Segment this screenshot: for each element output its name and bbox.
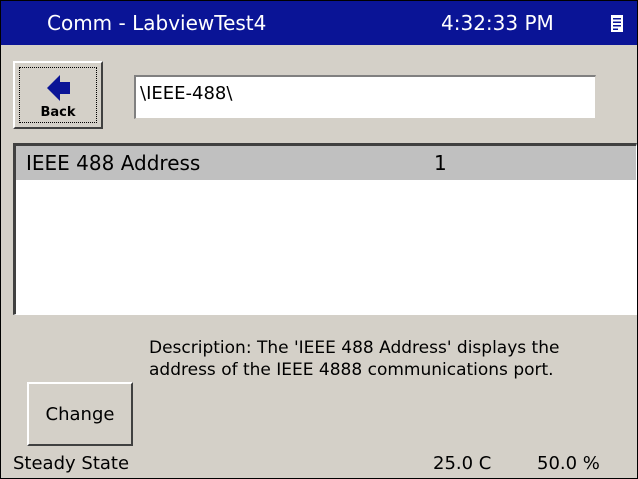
window-title: Comm - LabviewTest4 xyxy=(47,11,267,35)
back-button-label: Back xyxy=(40,105,76,120)
clock: 4:32:33 PM xyxy=(441,11,554,35)
list-item-value: 1 xyxy=(434,151,447,175)
list-item[interactable]: IEEE 488 Address 1 xyxy=(16,146,636,180)
description-line-1: Description: The 'IEEE 488 Address' disp… xyxy=(149,338,560,358)
app-window: Comm - LabviewTest4 4:32:33 PM Back \IEE… xyxy=(0,0,638,479)
back-button[interactable]: Back xyxy=(13,61,103,129)
left-arrow-icon xyxy=(47,75,70,101)
status-humidity: 50.0 % xyxy=(537,453,600,474)
title-bar: Comm - LabviewTest4 4:32:33 PM xyxy=(1,1,637,45)
description-line-2: address of the IEEE 4888 communications … xyxy=(149,360,554,380)
description-text: Description: The 'IEEE 488 Address' disp… xyxy=(149,337,629,381)
status-temperature: 25.0 C xyxy=(433,453,492,474)
change-button[interactable]: Change xyxy=(27,382,133,446)
status-state: Steady State xyxy=(13,453,130,474)
list-item-name: IEEE 488 Address xyxy=(26,151,201,175)
settings-list[interactable]: IEEE 488 Address 1 xyxy=(13,143,637,315)
path-field[interactable]: \IEEE-488\ xyxy=(134,75,596,119)
document-icon[interactable] xyxy=(611,15,623,32)
